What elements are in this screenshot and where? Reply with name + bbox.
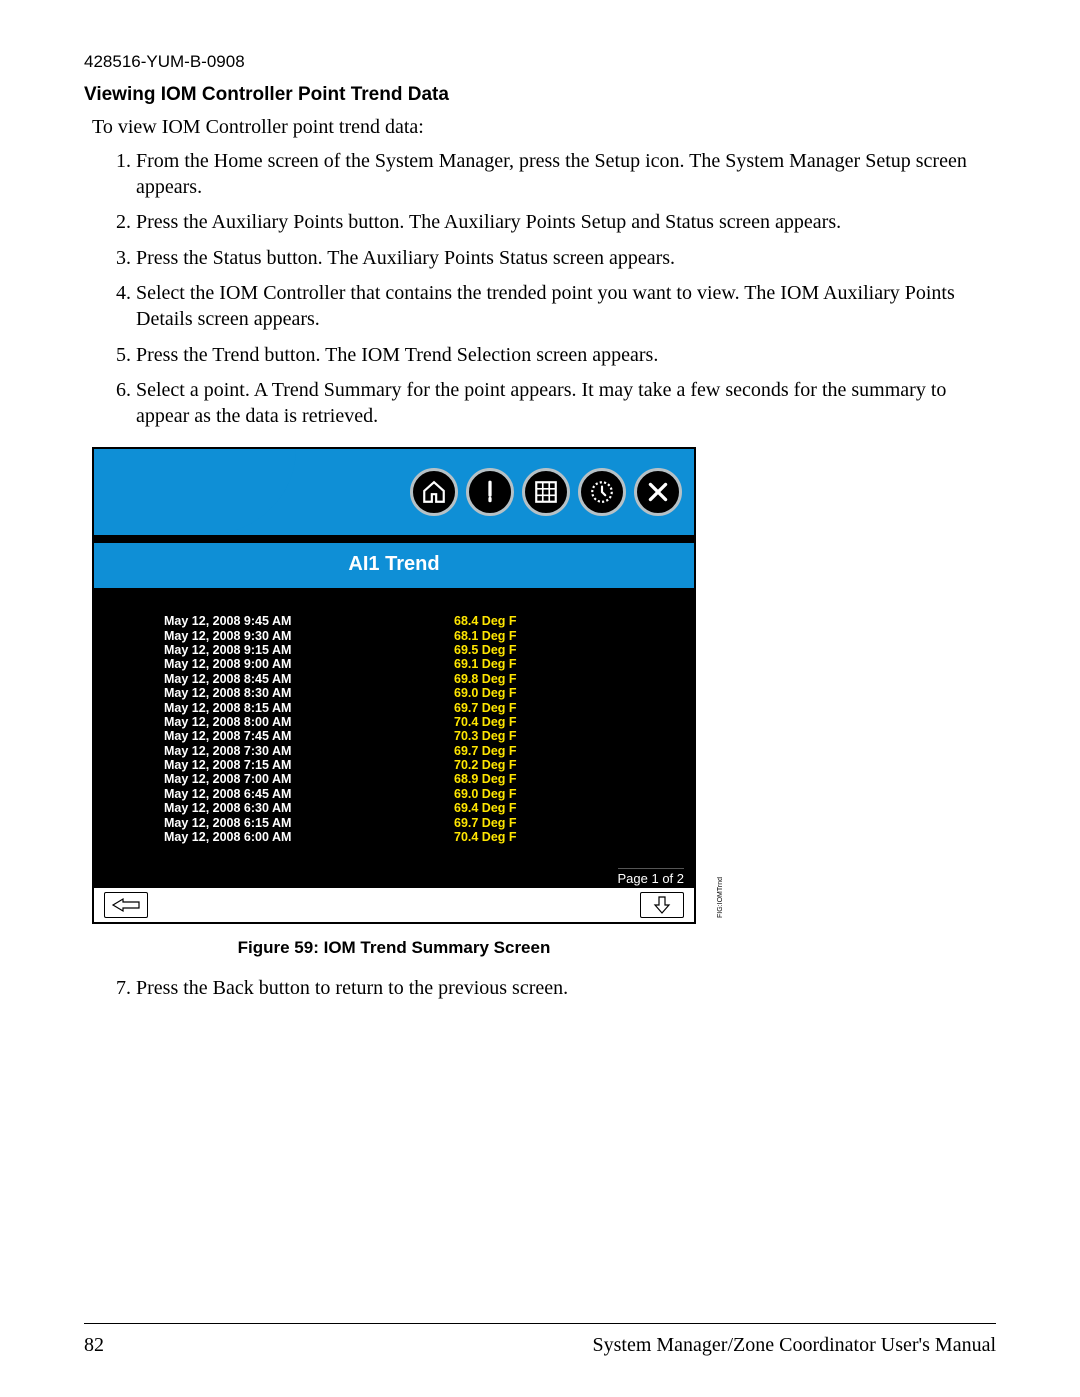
device-topbar [94,449,694,535]
device-title: AI1 Trend [94,541,694,590]
back-button[interactable] [104,892,148,918]
trend-row: May 12, 2008 9:30 AM68.1 Deg F [164,629,666,643]
trend-value: 70.4 Deg F [454,715,517,729]
clock-icon[interactable] [578,468,626,516]
trend-timestamp: May 12, 2008 7:30 AM [164,744,454,758]
step-item: Press the Auxiliary Points button. The A… [136,210,996,236]
trend-value: 70.4 Deg F [454,830,517,844]
trend-row: May 12, 2008 8:15 AM69.7 Deg F [164,701,666,715]
trend-value: 70.3 Deg F [454,729,517,743]
trend-row: May 12, 2008 6:15 AM69.7 Deg F [164,816,666,830]
trend-timestamp: May 12, 2008 6:15 AM [164,816,454,830]
trend-timestamp: May 12, 2008 7:45 AM [164,729,454,743]
trend-row: May 12, 2008 9:00 AM69.1 Deg F [164,657,666,671]
trend-timestamp: May 12, 2008 9:45 AM [164,614,454,628]
page-footer: 82 System Manager/Zone Coordinator User'… [84,1323,996,1357]
trend-value: 69.0 Deg F [454,787,517,801]
steps-list-continued: Press the Back button to return to the p… [92,976,996,1002]
step-item: Press the Trend button. The IOM Trend Se… [136,343,996,369]
trend-row: May 12, 2008 9:45 AM68.4 Deg F [164,614,666,628]
trend-row: May 12, 2008 6:30 AM69.4 Deg F [164,801,666,815]
trend-timestamp: May 12, 2008 8:15 AM [164,701,454,715]
trend-timestamp: May 12, 2008 7:15 AM [164,758,454,772]
trend-value: 68.4 Deg F [454,614,517,628]
trend-timestamp: May 12, 2008 6:45 AM [164,787,454,801]
device-bottombar [94,888,694,922]
home-icon[interactable] [410,468,458,516]
trend-value: 69.8 Deg F [454,672,517,686]
alert-icon[interactable] [466,468,514,516]
device-screenshot: AI1 Trend May 12, 2008 9:45 AM68.4 Deg F… [92,447,726,924]
step-item: Select the IOM Controller that contains … [136,281,996,332]
trend-value: 69.5 Deg F [454,643,517,657]
trend-timestamp: May 12, 2008 6:30 AM [164,801,454,815]
trend-row: May 12, 2008 7:45 AM70.3 Deg F [164,729,666,743]
trend-value: 69.0 Deg F [454,686,517,700]
trend-row: May 12, 2008 6:00 AM70.4 Deg F [164,830,666,844]
trend-row: May 12, 2008 7:00 AM68.9 Deg F [164,772,666,786]
trend-timestamp: May 12, 2008 6:00 AM [164,830,454,844]
trend-timestamp: May 12, 2008 8:00 AM [164,715,454,729]
trend-timestamp: May 12, 2008 9:00 AM [164,657,454,671]
intro-text: To view IOM Controller point trend data: [92,116,996,139]
close-icon[interactable] [634,468,682,516]
trend-table: May 12, 2008 9:45 AM68.4 Deg F May 12, 2… [94,590,694,868]
pager-strip: Page 1 of 2 [94,868,694,888]
trend-value: 69.1 Deg F [454,657,517,671]
trend-value: 69.7 Deg F [454,701,517,715]
trend-timestamp: May 12, 2008 8:45 AM [164,672,454,686]
trend-value: 69.7 Deg F [454,816,517,830]
trend-timestamp: May 12, 2008 9:30 AM [164,629,454,643]
grid-icon[interactable] [522,468,570,516]
trend-row: May 12, 2008 8:00 AM70.4 Deg F [164,715,666,729]
trend-row: May 12, 2008 8:45 AM69.8 Deg F [164,672,666,686]
doc-id: 428516-YUM-B-0908 [84,52,996,72]
pager-label: Page 1 of 2 [618,868,685,886]
trend-row: May 12, 2008 9:15 AM69.5 Deg F [164,643,666,657]
trend-value: 68.9 Deg F [454,772,517,786]
trend-value: 69.4 Deg F [454,801,517,815]
trend-timestamp: May 12, 2008 7:00 AM [164,772,454,786]
page-number: 82 [84,1334,104,1357]
trend-timestamp: May 12, 2008 9:15 AM [164,643,454,657]
trend-value: 68.1 Deg F [454,629,517,643]
tab-curve [94,449,226,535]
trend-value: 70.2 Deg F [454,758,517,772]
section-title: Viewing IOM Controller Point Trend Data [84,84,996,106]
trend-row: May 12, 2008 7:15 AM70.2 Deg F [164,758,666,772]
trend-row: May 12, 2008 6:45 AM69.0 Deg F [164,787,666,801]
step-item: Press the Back button to return to the p… [136,976,996,1002]
trend-row: May 12, 2008 7:30 AM69.7 Deg F [164,744,666,758]
figure-side-label: FIG:IOMTrnd [717,877,724,918]
trend-timestamp: May 12, 2008 8:30 AM [164,686,454,700]
page-down-button[interactable] [640,892,684,918]
trend-row: May 12, 2008 8:30 AM69.0 Deg F [164,686,666,700]
step-item: From the Home screen of the System Manag… [136,149,996,200]
step-item: Press the Status button. The Auxiliary P… [136,246,996,272]
trend-value: 69.7 Deg F [454,744,517,758]
manual-title: System Manager/Zone Coordinator User's M… [592,1334,996,1357]
steps-list: From the Home screen of the System Manag… [92,149,996,429]
figure-caption: Figure 59: IOM Trend Summary Screen [92,938,696,958]
step-item: Select a point. A Trend Summary for the … [136,378,996,429]
